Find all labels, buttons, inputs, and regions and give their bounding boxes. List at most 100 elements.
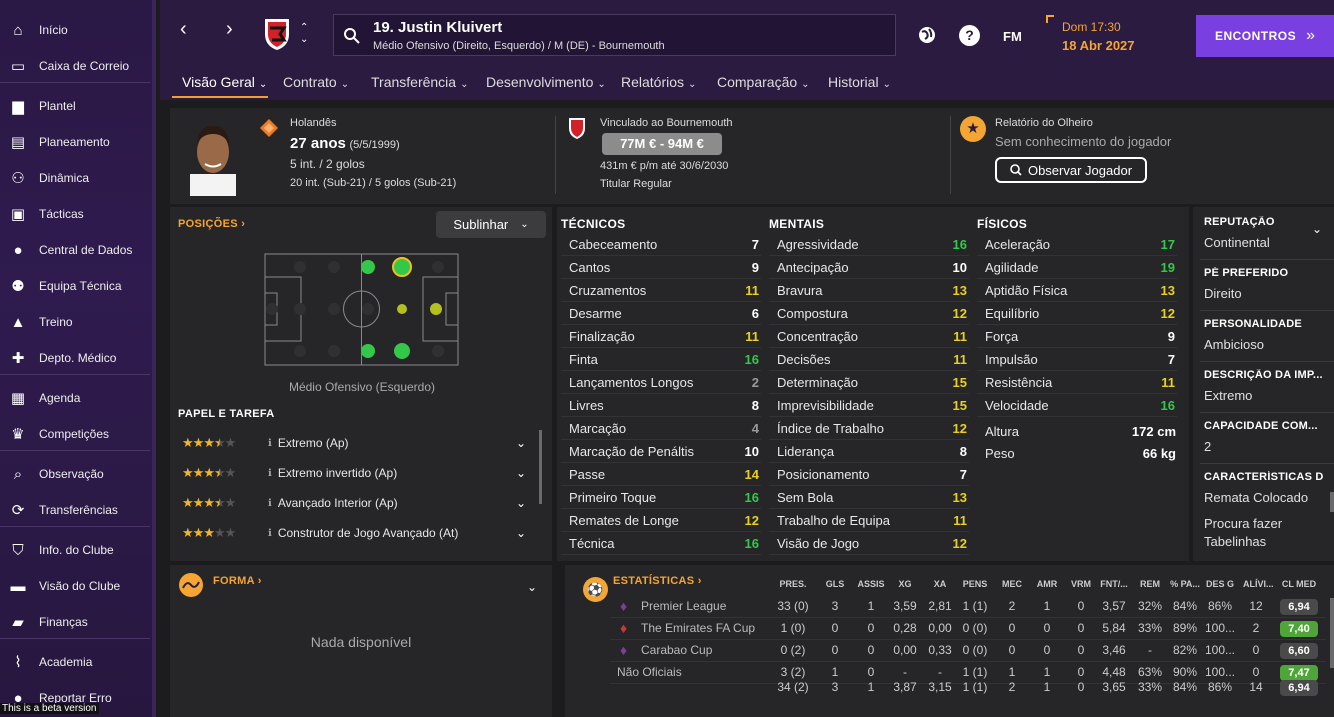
attribute-row-physical[interactable]: Agilidade 19: [977, 256, 1177, 279]
attribute-row-technical[interactable]: Desarme 6: [561, 302, 761, 325]
attribute-row-technical[interactable]: Finalização 11: [561, 325, 761, 348]
stats-column-header[interactable]: % PA...: [1170, 579, 1200, 589]
sidebar-item-6[interactable]: ● Central de Dados: [0, 233, 150, 267]
stats-column-header[interactable]: MEC: [1000, 579, 1024, 589]
stats-column-header[interactable]: PENS: [960, 579, 990, 589]
club-switch-icon[interactable]: ⌃ ⌄: [300, 22, 308, 46]
attribute-row-physical[interactable]: Equilíbrio 12: [977, 302, 1177, 325]
highlight-dropdown[interactable]: Sublinhar ⌄: [436, 211, 546, 238]
stats-scrollbar[interactable]: [1330, 598, 1334, 668]
chevron-down-icon[interactable]: ⌄: [1312, 222, 1322, 236]
attribute-row-mental[interactable]: Liderança 8: [769, 440, 969, 463]
tab-3[interactable]: Desenvolvimento ⌄: [486, 74, 606, 90]
attribute-row-technical[interactable]: Lançamentos Longos 2: [561, 371, 761, 394]
attribute-row-technical[interactable]: Marcação de Penáltis 10: [561, 440, 761, 463]
chevron-down-icon[interactable]: ⌄: [516, 526, 526, 540]
attribute-row-technical[interactable]: Livres 8: [561, 394, 761, 417]
roles-scrollbar[interactable]: [539, 430, 542, 504]
role-row[interactable]: ★★★★★ ℹ Extremo (Ap) ⌄: [182, 431, 532, 455]
attribute-row-mental[interactable]: Sem Bola 13: [769, 486, 969, 509]
attribute-row-physical[interactable]: Resistência 11: [977, 371, 1177, 394]
stats-column-header[interactable]: FNT/...: [1098, 579, 1130, 589]
sidebar-item-16[interactable]: ▰ Finanças: [0, 605, 150, 639]
day-time[interactable]: Dom 17:30: [1062, 20, 1121, 34]
attribute-row-mental[interactable]: Bravura 13: [769, 279, 969, 302]
sidebar-item-11[interactable]: ♛ Competições: [0, 417, 150, 451]
attribute-row-technical[interactable]: Cantos 9: [561, 256, 761, 279]
sidebar-item-13[interactable]: ⟳ Transferências: [0, 493, 150, 527]
attribute-row-physical[interactable]: Aptidão Física 13: [977, 279, 1177, 302]
chevron-down-icon[interactable]: ⌄: [527, 580, 537, 594]
sidebar-item-7[interactable]: ⚉ Equipa Técnica: [0, 269, 150, 303]
attribute-row-technical[interactable]: Passe 14: [561, 463, 761, 486]
positions-title[interactable]: POSIÇÕES ›: [178, 218, 245, 230]
sidebar-item-2[interactable]: ▆ Plantel: [0, 89, 150, 123]
chevron-down-icon[interactable]: ⌄: [516, 466, 526, 480]
info-icon[interactable]: ℹ: [268, 438, 272, 449]
sidebar-item-9[interactable]: ✚ Depto. Médico: [0, 341, 150, 375]
attribute-row-physical[interactable]: Aceleração 17: [977, 233, 1177, 256]
stats-column-header[interactable]: CL MED: [1281, 579, 1317, 589]
sidebar-item-12[interactable]: ⌕ Observação: [0, 457, 150, 491]
stats-column-header[interactable]: ASSIS: [857, 579, 885, 589]
world-icon[interactable]: [917, 25, 937, 45]
tab-6[interactable]: Historial ⌄: [828, 74, 891, 90]
tab-0[interactable]: Visão Geral ⌄: [182, 74, 267, 90]
current-date[interactable]: 18 Abr 2027: [1062, 38, 1135, 53]
continue-button[interactable]: ENCONTROS »: [1196, 15, 1334, 57]
stats-column-header[interactable]: VRM: [1070, 579, 1092, 589]
info-scrollbar[interactable]: [1330, 492, 1334, 512]
search-icon[interactable]: [344, 28, 360, 44]
info-icon[interactable]: ℹ: [268, 528, 272, 539]
attribute-row-mental[interactable]: Antecipação 10: [769, 256, 969, 279]
attribute-row-mental[interactable]: Concentração 11: [769, 325, 969, 348]
form-title[interactable]: FORMA ›: [213, 575, 262, 587]
sidebar-item-1[interactable]: ▭ Caixa de Correio: [0, 49, 150, 83]
attribute-row-physical[interactable]: Impulsão 7: [977, 348, 1177, 371]
tab-5[interactable]: Comparação ⌄: [717, 74, 810, 90]
sidebar-item-4[interactable]: ⚇ Dinâmica: [0, 161, 150, 195]
stats-column-header[interactable]: ALÍVI...: [1243, 579, 1274, 589]
attribute-row-mental[interactable]: Posicionamento 7: [769, 463, 969, 486]
back-arrow-icon[interactable]: ‹: [180, 18, 187, 41]
competition-name[interactable]: Premier League: [641, 599, 726, 613]
chevron-down-icon[interactable]: ⌄: [516, 436, 526, 450]
sidebar-item-0[interactable]: ⌂ Início: [0, 13, 150, 47]
tab-1[interactable]: Contrato ⌄: [283, 74, 349, 90]
scout-player-button[interactable]: Observar Jogador: [995, 157, 1147, 183]
info-icon[interactable]: ℹ: [268, 468, 272, 479]
sidebar-item-5[interactable]: ▣ Tácticas: [0, 197, 150, 231]
attribute-row-technical[interactable]: Finta 16: [561, 348, 761, 371]
attribute-row-physical[interactable]: Força 9: [977, 325, 1177, 348]
role-row[interactable]: ★★★★★ ℹ Extremo invertido (Ap) ⌄: [182, 461, 532, 485]
stats-column-header[interactable]: XA: [926, 579, 954, 589]
role-row[interactable]: ★★★★★ ℹ Construtor de Jogo Avançado (At) ⌄: [182, 521, 532, 545]
attribute-row-technical[interactable]: Cruzamentos 11: [561, 279, 761, 302]
attribute-row-mental[interactable]: Visão de Jogo 12: [769, 532, 969, 555]
attribute-row-mental[interactable]: Imprevisibilidade 15: [769, 394, 969, 417]
attribute-row-mental[interactable]: Compostura 12: [769, 302, 969, 325]
club-crest-icon[interactable]: [262, 16, 292, 52]
attribute-row-technical[interactable]: Cabeceamento 7: [561, 233, 761, 256]
attribute-row-mental[interactable]: Trabalho de Equipa 11: [769, 509, 969, 532]
info-icon[interactable]: ℹ: [268, 498, 272, 509]
sidebar-item-8[interactable]: ▲ Treino: [0, 305, 150, 339]
stats-title[interactable]: ESTATÍSTICAS ›: [613, 575, 702, 587]
sidebar-item-14[interactable]: ⛉ Info. do Clube: [0, 533, 150, 567]
fm-logo[interactable]: FM: [1003, 29, 1022, 44]
sidebar-item-15[interactable]: ▬ Visão do Clube: [0, 569, 150, 603]
attribute-row-technical[interactable]: Técnica 16: [561, 532, 761, 555]
sidebar-item-3[interactable]: ▤ Planeamento: [0, 125, 150, 159]
forward-arrow-icon[interactable]: ›: [226, 18, 233, 41]
attribute-row-mental[interactable]: Decisões 11: [769, 348, 969, 371]
role-row[interactable]: ★★★★★ ℹ Avançado Interior (Ap) ⌄: [182, 491, 532, 515]
competition-name[interactable]: The Emirates FA Cup: [641, 621, 755, 635]
tab-2[interactable]: Transferência ⌄: [371, 74, 468, 90]
chevron-down-icon[interactable]: ⌄: [516, 496, 526, 510]
market-value-badge[interactable]: 77M € - 94M €: [602, 133, 722, 155]
attribute-row-technical[interactable]: Marcação 4: [561, 417, 761, 440]
attribute-row-technical[interactable]: Primeiro Toque 16: [561, 486, 761, 509]
attribute-row-physical[interactable]: Velocidade 16: [977, 394, 1177, 417]
tab-4[interactable]: Relatórios ⌄: [621, 74, 696, 90]
sidebar-item-10[interactable]: ▦ Agenda: [0, 381, 150, 415]
